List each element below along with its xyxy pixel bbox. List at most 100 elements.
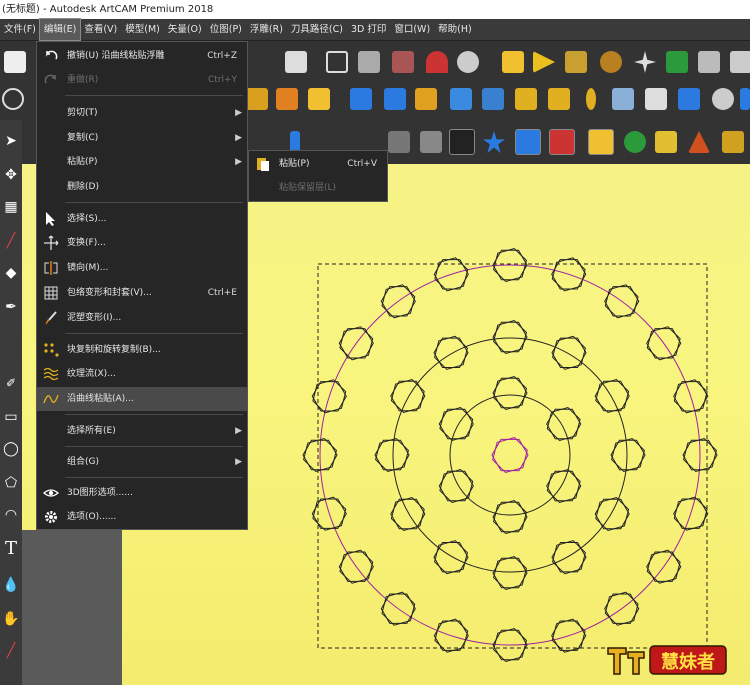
hexagon-middle-ring: [594, 380, 630, 412]
star-magnify-icon[interactable]: [655, 131, 677, 153]
layer-red-icon[interactable]: [549, 129, 575, 155]
rotate-frame-icon[interactable]: [449, 129, 475, 155]
menu-vector[interactable]: 矢量(O): [164, 19, 206, 40]
submenu-paste[interactable]: 粘贴(P) Ctrl+V: [249, 152, 387, 176]
fill-icon[interactable]: 💧: [0, 574, 22, 596]
measure-icon[interactable]: ╱: [0, 640, 22, 662]
slope-icon[interactable]: [612, 88, 634, 110]
line-tool-icon[interactable]: ╱: [0, 230, 22, 252]
node-edit-icon[interactable]: ➤: [0, 130, 22, 152]
block-copy-icon: [43, 342, 59, 358]
height-icon[interactable]: [326, 51, 348, 73]
menu-model[interactable]: 模型(M): [121, 19, 164, 40]
menu-undo[interactable]: 撤销(U) 沿曲线粘贴浮雕 Ctrl+Z: [37, 44, 247, 68]
submenu-paste-keep-layer[interactable]: 粘贴保留层(L): [249, 176, 387, 200]
new-file-icon[interactable]: [4, 51, 26, 73]
tool-icon[interactable]: [698, 51, 720, 73]
menu-bitmap[interactable]: 位图(P): [206, 19, 246, 40]
circle-icon[interactable]: ◯: [0, 438, 22, 460]
menu-options[interactable]: 选项(O)......: [37, 505, 247, 529]
shelf-icon[interactable]: [645, 88, 667, 110]
rectangle-icon[interactable]: ▭: [0, 406, 22, 428]
multilayer-icon[interactable]: [722, 131, 744, 153]
inner-circle: [449, 394, 571, 516]
menu-toolpath[interactable]: 刀具路径(C): [287, 19, 347, 40]
gray-box-icon[interactable]: [388, 131, 410, 153]
drop-icon[interactable]: [548, 88, 570, 110]
menu-separator: [65, 95, 243, 96]
arrow-vector-icon[interactable]: [533, 51, 555, 73]
move-icon[interactable]: ✥: [0, 164, 22, 186]
hexagon-middle-ring: [551, 542, 587, 573]
hexagon-inner-ring: [493, 375, 527, 411]
lamp-icon[interactable]: [426, 51, 448, 73]
menu-group[interactable]: 组合(G) ▶: [37, 450, 247, 474]
gear-cog-icon[interactable]: [712, 88, 734, 110]
pin-icon[interactable]: [586, 88, 596, 110]
menu-paste[interactable]: 粘贴(P) ▶: [37, 150, 247, 174]
window-icon[interactable]: [730, 51, 750, 73]
menu-delete[interactable]: 删除(D): [37, 175, 247, 199]
left-toolbar: ➤ ✥ ▦ ╱ ◆ ✒ ✐ ▭ ◯ ⬠ ◠ T 💧 ✋ ╱: [0, 120, 22, 685]
menu-select[interactable]: 选择(S)...: [37, 207, 247, 231]
green-stamp-icon[interactable]: [666, 51, 688, 73]
folder-star-icon[interactable]: [502, 51, 524, 73]
menu-3d-view-options[interactable]: 3D图形选项......: [37, 481, 247, 505]
menu-select-all[interactable]: 选择所有(E) ▶: [37, 419, 247, 443]
raise-icon[interactable]: [450, 88, 472, 110]
polyline-icon[interactable]: ✐: [0, 372, 22, 394]
menu-relief[interactable]: 浮雕(R): [246, 19, 287, 40]
grid-icon[interactable]: [392, 51, 414, 73]
blue-sheet-icon[interactable]: [678, 88, 700, 110]
hand-icon[interactable]: ✋: [0, 608, 22, 630]
blue-plane-icon[interactable]: [350, 88, 372, 110]
notes-icon[interactable]: [285, 51, 307, 73]
stripes-icon[interactable]: [415, 88, 437, 110]
menu-help[interactable]: 帮助(H): [434, 19, 476, 40]
menu-copy[interactable]: 复制(C) ▶: [37, 126, 247, 150]
hexagon-middle-ring: [375, 437, 409, 473]
hexagon-middle-ring: [595, 378, 630, 414]
split-icon[interactable]: [358, 51, 380, 73]
menu-cut[interactable]: 剪切(T) ▶: [37, 101, 247, 125]
pyramid-icon[interactable]: [688, 131, 710, 153]
menu-paste-along-curve[interactable]: 沿曲线粘贴(A)...: [37, 387, 247, 411]
arc-icon[interactable]: ◠: [0, 504, 22, 526]
menu-file[interactable]: 文件(F): [0, 19, 40, 40]
menu-redo[interactable]: 重做(R) Ctrl+Y: [37, 68, 247, 92]
sparkle-icon[interactable]: [565, 51, 587, 73]
eraser-icon[interactable]: ◆: [0, 262, 22, 284]
menu-edit[interactable]: 编辑(E): [38, 18, 82, 41]
menu-mirror[interactable]: 镜向(M)...: [37, 256, 247, 280]
layer-yellow-icon[interactable]: [588, 129, 614, 155]
relief-icon[interactable]: [246, 88, 268, 110]
blue-star-icon[interactable]: [483, 131, 505, 153]
submenu-arrow-icon: ▶: [235, 108, 242, 118]
menu-block-copy[interactable]: 块复制和旋转复制(B)...: [37, 338, 247, 362]
layer-blue-icon[interactable]: [515, 129, 541, 155]
text-tool-icon[interactable]: T: [0, 538, 22, 560]
number-circle-icon[interactable]: [457, 51, 479, 73]
menu-wrap[interactable]: 包络变形和封套(V)... Ctrl+E: [37, 281, 247, 305]
gray-step-icon[interactable]: [420, 131, 442, 153]
curve-icon[interactable]: [600, 51, 622, 73]
polygon-icon[interactable]: ⬠: [0, 472, 22, 494]
menu-window[interactable]: 窗口(W): [390, 19, 434, 40]
edge-blue-icon[interactable]: [740, 88, 750, 110]
menu-3d-print[interactable]: 3D 打印: [347, 19, 390, 40]
shape-icon[interactable]: [515, 88, 537, 110]
zoom-icon[interactable]: [2, 88, 24, 110]
menu-transform[interactable]: 变换(F)...: [37, 231, 247, 255]
pen-icon[interactable]: ✒: [0, 296, 22, 318]
blue-ridge-icon[interactable]: [384, 88, 406, 110]
grid-transform-icon[interactable]: ▦: [0, 196, 22, 218]
menu-texture-flow[interactable]: 纹理流(X)...: [37, 362, 247, 386]
folder-star-2-icon[interactable]: [308, 88, 330, 110]
green-shape-icon[interactable]: [624, 131, 646, 153]
grid-yellow-icon[interactable]: [276, 88, 298, 110]
menu-view[interactable]: 查看(V): [80, 19, 121, 40]
star-icon[interactable]: [634, 51, 656, 73]
hexagon-middle-ring: [374, 439, 410, 471]
menu-mud-deform[interactable]: 泥塑变形(I)...: [37, 306, 247, 330]
twist-icon[interactable]: [482, 88, 504, 110]
